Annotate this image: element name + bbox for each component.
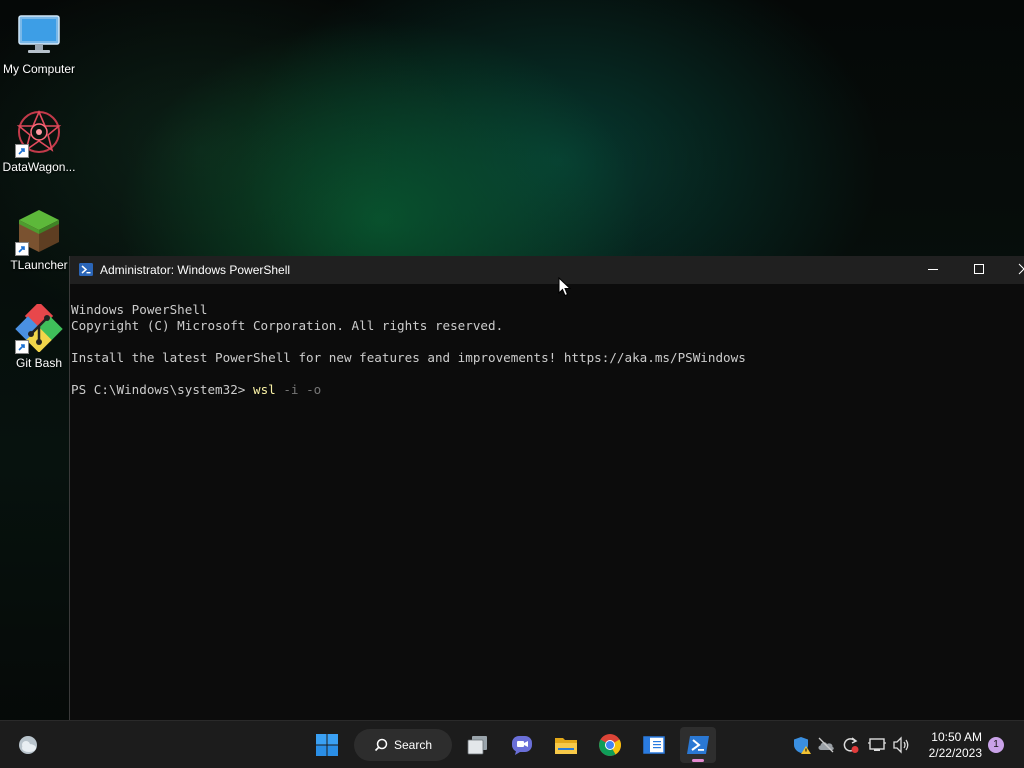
shortcut-arrow-icon (15, 242, 29, 256)
security-warning-icon[interactable] (792, 735, 812, 755)
terminal-output[interactable]: Windows PowerShell Copyright (C) Microsof… (70, 284, 1024, 720)
close-icon (1018, 263, 1024, 275)
start-icon (316, 734, 338, 756)
shortcut-arrow-icon (15, 144, 29, 158)
active-indicator (692, 759, 704, 762)
notepad-icon (643, 736, 665, 754)
desktop-icon-my-computer[interactable]: My Computer (0, 4, 78, 88)
network-icon[interactable] (867, 735, 887, 755)
window-title: Administrator: Windows PowerShell (100, 263, 291, 277)
desktop-icon-label: Git Bash (15, 356, 63, 370)
taskbar: Search 10:50 AM 2/22/2023 1 (0, 720, 1024, 768)
search-button[interactable]: Search (354, 729, 452, 761)
clock[interactable]: 10:50 AM 2/22/2023 (922, 729, 982, 761)
search-icon (374, 738, 388, 752)
chat-button[interactable] (504, 727, 540, 763)
widgets-button[interactable] (10, 727, 46, 763)
shortcut-arrow-icon (15, 340, 29, 354)
folder-icon (555, 738, 577, 754)
grass-block-icon (15, 206, 63, 256)
chrome-icon (599, 734, 621, 756)
file-explorer-button[interactable] (548, 727, 584, 763)
monitor-icon (15, 10, 63, 58)
clock-date: 2/22/2023 (928, 746, 982, 760)
chrome-button[interactable] (592, 727, 628, 763)
maximize-button[interactable] (956, 256, 1002, 284)
widgets-icon (19, 736, 37, 754)
terminal-line: Install the latest PowerShell for new fe… (71, 350, 746, 365)
task-view-icon (467, 736, 487, 755)
prompt-args: -i -o (275, 382, 322, 397)
desktop-icon-label: My Computer (2, 62, 76, 76)
onedrive-icon[interactable] (816, 735, 836, 755)
notepad-button[interactable] (636, 727, 672, 763)
minimize-button[interactable] (910, 256, 956, 284)
desktop: My Computer DataWagon... TLauncher Git B… (0, 0, 1024, 768)
terminal-line: Windows PowerShell (71, 302, 208, 317)
mouse-pointer-icon (558, 276, 572, 297)
maximize-icon (974, 264, 984, 274)
terminal-prompt-line[interactable]: PS C:\Windows\system32> wsl -i -o (71, 382, 1024, 398)
git-bash-icon (15, 301, 63, 354)
powershell-icon (79, 263, 93, 276)
desktop-icon-label: DataWagon... (2, 160, 76, 174)
minimize-icon (928, 269, 938, 270)
powershell-window[interactable]: Administrator: Windows PowerShell Window… (69, 256, 1024, 720)
clock-time: 10:50 AM (931, 730, 982, 744)
desktop-icon-git-bash[interactable]: Git Bash (0, 298, 78, 382)
close-button[interactable] (1002, 256, 1024, 284)
sync-error-icon[interactable] (840, 735, 860, 755)
datawagon-icon (15, 108, 63, 158)
prompt-path: PS C:\Windows\system32> (71, 382, 253, 397)
powershell-taskbar-button[interactable] (680, 727, 716, 763)
terminal-line: Copyright (C) Microsoft Corporation. All… (71, 318, 504, 333)
desktop-icon-datawagon[interactable]: DataWagon... (0, 102, 78, 186)
volume-icon[interactable] (891, 735, 911, 755)
desktop-icon-label: TLauncher (10, 258, 68, 272)
prompt-command: wsl (252, 382, 276, 397)
task-view-button[interactable] (460, 727, 496, 763)
powershell-icon (687, 736, 709, 754)
search-label: Search (394, 738, 433, 752)
chat-icon (512, 736, 532, 755)
notification-badge[interactable]: 1 (988, 737, 1004, 753)
desktop-icon-tlauncher[interactable]: TLauncher (0, 200, 78, 284)
window-titlebar[interactable]: Administrator: Windows PowerShell (70, 256, 1024, 284)
start-button[interactable] (309, 727, 345, 763)
